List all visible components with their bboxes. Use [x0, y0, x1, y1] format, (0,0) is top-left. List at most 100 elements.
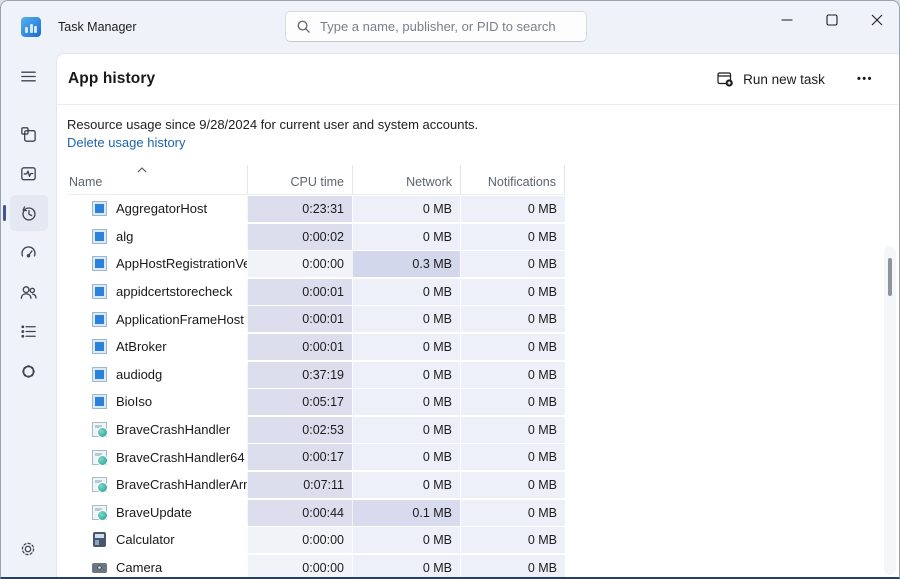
notifications-cell: 0 MB [460, 196, 565, 222]
default-app-icon [92, 256, 107, 271]
main-panel: App history Run new task ••• Resource us… [56, 53, 899, 577]
network-cell: 0 MB [352, 196, 460, 222]
brave-icon [92, 477, 107, 492]
app-name: audiodg [116, 367, 162, 382]
sidebar-item-services[interactable] [10, 353, 48, 389]
new-task-icon [716, 70, 734, 88]
sidebar-item-performance[interactable] [10, 156, 48, 192]
sidebar-item-processes[interactable] [10, 116, 48, 152]
table-row[interactable]: AggregatorHost0:23:310 MB0 MB [67, 195, 565, 223]
cpu-time-cell: 0:00:17 [247, 444, 352, 470]
cpu-time-cell: 0:00:02 [247, 224, 352, 250]
brave-icon [92, 450, 107, 465]
app-history-icon [19, 204, 38, 223]
search-icon [296, 19, 311, 34]
services-icon [19, 362, 38, 381]
sidebar-menu-button[interactable] [10, 58, 48, 94]
cpu-time-cell: 0:05:17 [247, 389, 352, 415]
window-title: Task Manager [58, 20, 137, 34]
notifications-cell: 0 MB [460, 417, 565, 443]
calculator-icon [93, 532, 106, 547]
table-row[interactable]: audiodg0:37:190 MB0 MB [67, 361, 565, 389]
notifications-cell: 0 MB [460, 444, 565, 470]
default-app-icon [92, 201, 107, 216]
sidebar-nav [1, 53, 56, 577]
sidebar-item-startup-apps[interactable] [10, 235, 48, 271]
network-cell: 0 MB [352, 417, 460, 443]
maximize-icon [826, 14, 838, 26]
search-box[interactable] [285, 11, 587, 42]
column-header-network[interactable]: Network [352, 165, 460, 194]
maximize-button[interactable] [809, 1, 854, 39]
default-app-icon [92, 312, 107, 327]
delete-usage-history-link[interactable]: Delete usage history [67, 135, 186, 150]
default-app-icon [92, 284, 107, 299]
vertical-scrollbar[interactable] [884, 246, 896, 575]
users-icon [19, 283, 38, 302]
sort-ascending-caret-icon [137, 167, 147, 173]
page-header: App history Run new task ••• [57, 54, 899, 105]
notifications-cell: 0 MB [460, 555, 565, 577]
network-cell: 0 MB [352, 527, 460, 553]
table-row[interactable]: alg0:00:020 MB0 MB [67, 223, 565, 251]
notifications-cell: 0 MB [460, 334, 565, 360]
table-row[interactable]: BraveCrashHandler640:00:170 MB0 MB [67, 443, 565, 471]
task-manager-logo-icon [21, 17, 41, 37]
network-cell: 0 MB [352, 472, 460, 498]
app-name: AppHostRegistrationVe... [116, 256, 247, 271]
more-options-button[interactable]: ••• [845, 67, 885, 91]
network-cell: 0 MB [352, 334, 460, 360]
notifications-cell: 0 MB [460, 224, 565, 250]
details-icon [19, 322, 38, 341]
table-row[interactable]: BraveCrashHandlerArm...0:07:110 MB0 MB [67, 471, 565, 499]
page-title: App history [68, 70, 155, 88]
cpu-time-cell: 0:00:00 [247, 527, 352, 553]
table-row[interactable]: BraveCrashHandler0:02:530 MB0 MB [67, 416, 565, 444]
cpu-time-cell: 0:00:01 [247, 334, 352, 360]
table-row[interactable]: BraveUpdate0:00:440.1 MB0 MB [67, 499, 565, 527]
app-name: Camera [116, 560, 162, 575]
processes-icon [19, 125, 38, 144]
column-header-cpu-time[interactable]: CPU time [247, 165, 352, 194]
notifications-cell: 0 MB [460, 527, 565, 553]
cpu-time-cell: 0:00:00 [247, 555, 352, 577]
column-header-name[interactable]: Name [67, 165, 247, 194]
notifications-cell: 0 MB [460, 500, 565, 526]
sidebar-item-settings[interactable] [9, 531, 47, 567]
notifications-cell: 0 MB [460, 279, 565, 305]
close-button[interactable] [854, 1, 899, 39]
sidebar-item-app-history[interactable] [10, 195, 48, 231]
table-row[interactable]: Calculator0:00:000 MB0 MB [67, 526, 565, 554]
table-row[interactable]: AtBroker0:00:010 MB0 MB [67, 333, 565, 361]
table-row[interactable]: BioIso0:05:170 MB0 MB [67, 388, 565, 416]
cpu-time-cell: 0:00:01 [247, 306, 352, 332]
notifications-cell: 0 MB [460, 472, 565, 498]
table-row[interactable]: Camera0:00:000 MB0 MB [67, 554, 565, 577]
default-app-icon [92, 367, 107, 382]
table-header: Name CPU time Network Notifications [67, 165, 565, 195]
default-app-icon [92, 229, 107, 244]
column-header-notifications[interactable]: Notifications [460, 165, 565, 194]
default-app-icon [92, 394, 107, 409]
minimize-button[interactable] [764, 1, 809, 39]
table-row[interactable]: ApplicationFrameHost0:00:010 MB0 MB [67, 305, 565, 333]
search-input[interactable] [320, 19, 576, 34]
default-app-icon [92, 339, 107, 354]
sidebar-item-users[interactable] [10, 274, 48, 310]
network-cell: 0 MB [352, 389, 460, 415]
network-cell: 0.3 MB [352, 251, 460, 277]
run-new-task-button[interactable]: Run new task [706, 63, 835, 95]
cpu-time-cell: 0:00:00 [247, 251, 352, 277]
cpu-time-cell: 0:02:53 [247, 417, 352, 443]
close-icon [871, 14, 883, 26]
app-name: ApplicationFrameHost [116, 312, 244, 327]
cpu-time-cell: 0:37:19 [247, 362, 352, 388]
app-name: BraveCrashHandlerArm... [116, 477, 247, 492]
app-history-content: Resource usage since 9/28/2024 for curre… [57, 105, 899, 577]
table-row[interactable]: appidcertstorecheck0:00:010 MB0 MB [67, 278, 565, 306]
app-name: BraveCrashHandler [116, 422, 230, 437]
scrollbar-thumb[interactable] [888, 258, 892, 296]
table-row[interactable]: AppHostRegistrationVe...0:00:000.3 MB0 M… [67, 250, 565, 278]
hamburger-menu-icon [19, 67, 38, 86]
sidebar-item-details[interactable] [10, 314, 48, 350]
